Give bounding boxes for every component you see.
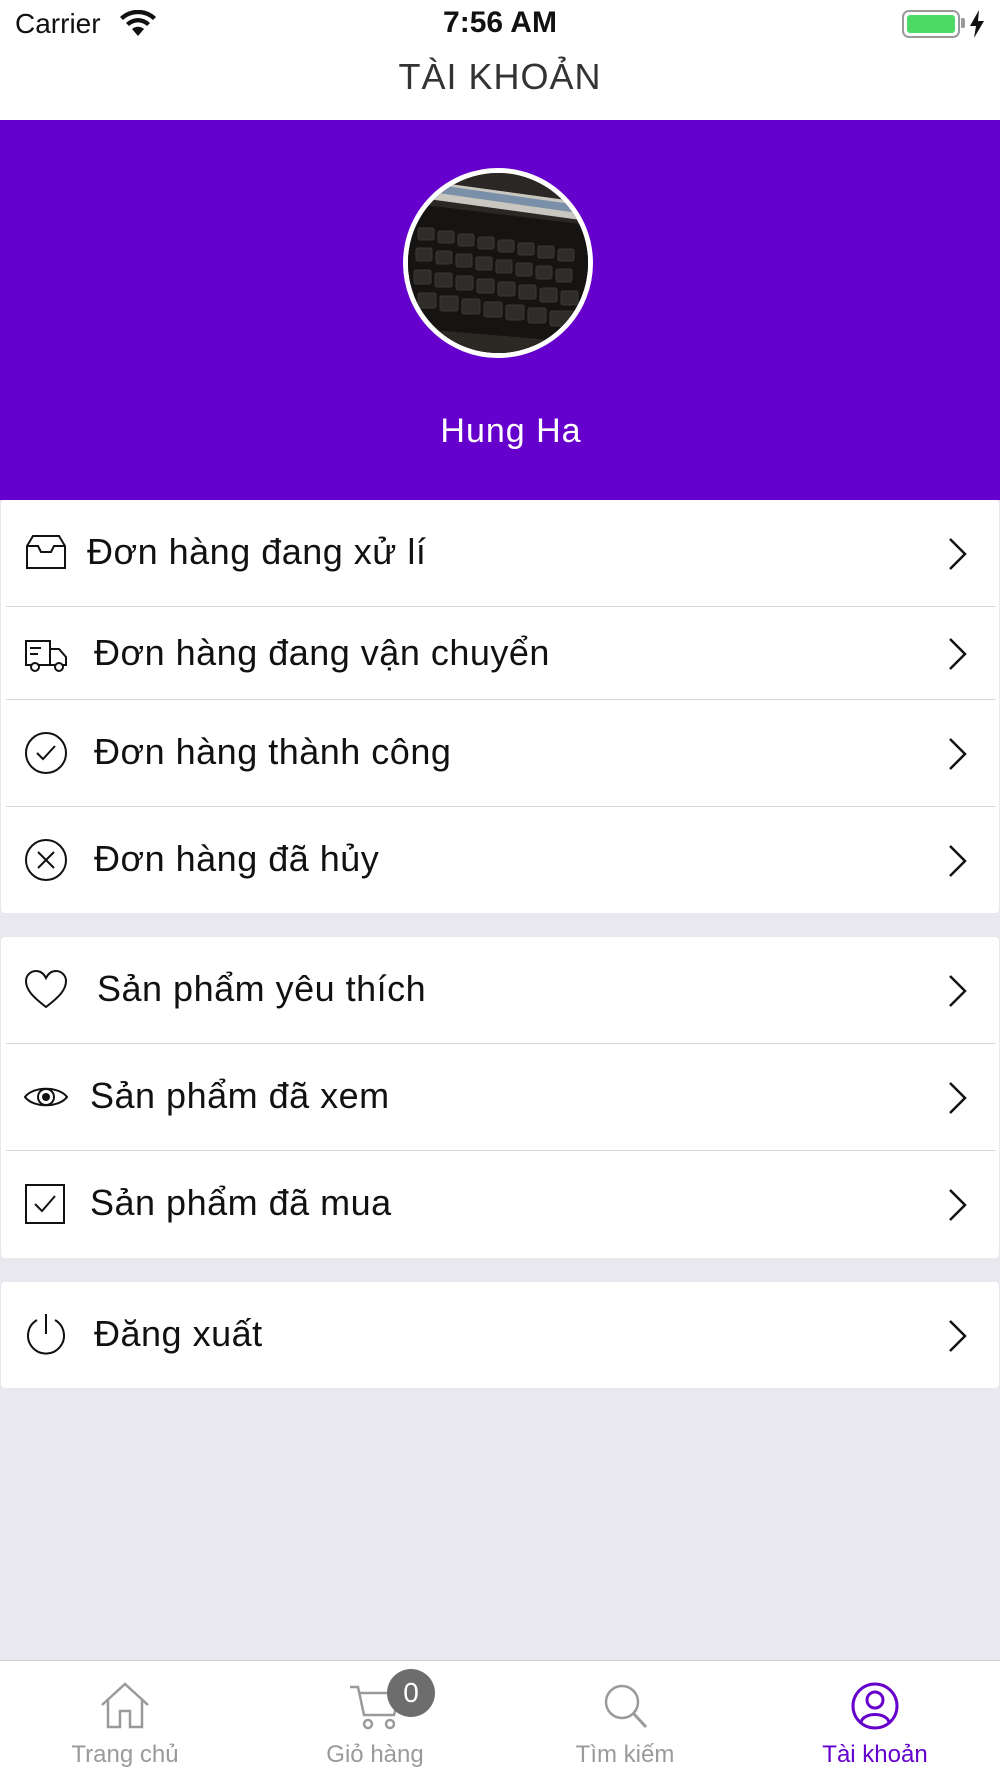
checkbox-icon [25, 1184, 65, 1224]
avatar-laptop-image [408, 173, 588, 353]
x-circle-icon [25, 839, 67, 881]
account-group: Đăng xuất [1, 1282, 999, 1388]
orders-group: Đơn hàng đang xử lí Đơn hàng đang vận ch… [1, 500, 999, 913]
home-icon [101, 1682, 149, 1729]
chevron-right-icon [949, 1320, 967, 1352]
menu-row-label: Sản phẩm yêu thích [97, 968, 427, 1009]
cart-badge: 0 [387, 1669, 435, 1717]
truck-icon [25, 640, 67, 672]
nav-bar: TÀI KHOẢN [0, 50, 1000, 120]
products-group: Sản phẩm yêu thích Sản phẩm đã xem Sản p… [1, 937, 999, 1258]
chevron-right-icon [949, 845, 967, 877]
tab-home[interactable]: Trang chủ [0, 1661, 250, 1779]
profile-header: Hung Ha [0, 120, 1000, 500]
tab-bar: Trang chủ Giỏ hàng Tìm kiếm Tài khoản [0, 1660, 1000, 1779]
menu-row-label: Đơn hàng thành công [94, 731, 452, 772]
chevron-right-icon [949, 1189, 967, 1221]
menu-row-viewed-products[interactable]: Sản phẩm đã xem [1, 1044, 999, 1151]
menu-row-shipping-orders[interactable]: Đơn hàng đang vận chuyển [1, 607, 999, 700]
status-time: 7:56 AM [443, 6, 557, 39]
menu-row-cancelled-orders[interactable]: Đơn hàng đã hủy [1, 807, 999, 913]
menu-row-logout[interactable]: Đăng xuất [1, 1282, 999, 1388]
menu-row-label: Sản phẩm đã mua [90, 1182, 392, 1223]
charging-bolt-icon [970, 10, 984, 38]
power-icon [27, 1314, 65, 1355]
tab-label: Tìm kiếm [575, 1741, 675, 1768]
menu-row-label: Đơn hàng đang xử lí [87, 531, 427, 572]
tab-account[interactable]: Tài khoản [750, 1661, 1000, 1779]
menu-row-label: Đơn hàng đã hủy [94, 838, 380, 879]
battery-icon [902, 10, 960, 38]
tab-label: Giỏ hàng [326, 1741, 424, 1768]
search-icon [604, 1684, 648, 1729]
chevron-right-icon [949, 538, 967, 570]
menu-row-completed-orders[interactable]: Đơn hàng thành công [1, 700, 999, 807]
chevron-right-icon [949, 1082, 967, 1114]
eye-icon [23, 1087, 69, 1107]
status-bar: Carrier 7:56 AM [0, 0, 1000, 50]
menu-row-favorite-products[interactable]: Sản phẩm yêu thích [1, 937, 999, 1044]
tab-search[interactable]: Tìm kiếm [500, 1661, 750, 1779]
menu-row-label: Đơn hàng đang vận chuyển [94, 632, 550, 673]
menu-row-label: Sản phẩm đã xem [90, 1075, 390, 1116]
chevron-right-icon [949, 738, 967, 770]
menu-row-purchased-products[interactable]: Sản phẩm đã mua [1, 1151, 999, 1258]
heart-icon [24, 969, 68, 1009]
user-icon [851, 1682, 899, 1730]
chevron-right-icon [949, 975, 967, 1007]
tab-label: Tài khoản [822, 1741, 928, 1768]
avatar[interactable] [403, 168, 593, 358]
chevron-right-icon [949, 638, 967, 670]
menu-row-processing-orders[interactable]: Đơn hàng đang xử lí [1, 500, 999, 607]
page-title: TÀI KHOẢN [398, 56, 602, 97]
inbox-icon [26, 535, 66, 569]
check-circle-icon [25, 732, 67, 774]
profile-name: Hung Ha [440, 412, 582, 450]
menu-row-label: Đăng xuất [94, 1313, 263, 1354]
tab-label: Trang chủ [71, 1741, 179, 1768]
tab-cart[interactable]: Giỏ hàng [250, 1661, 500, 1779]
